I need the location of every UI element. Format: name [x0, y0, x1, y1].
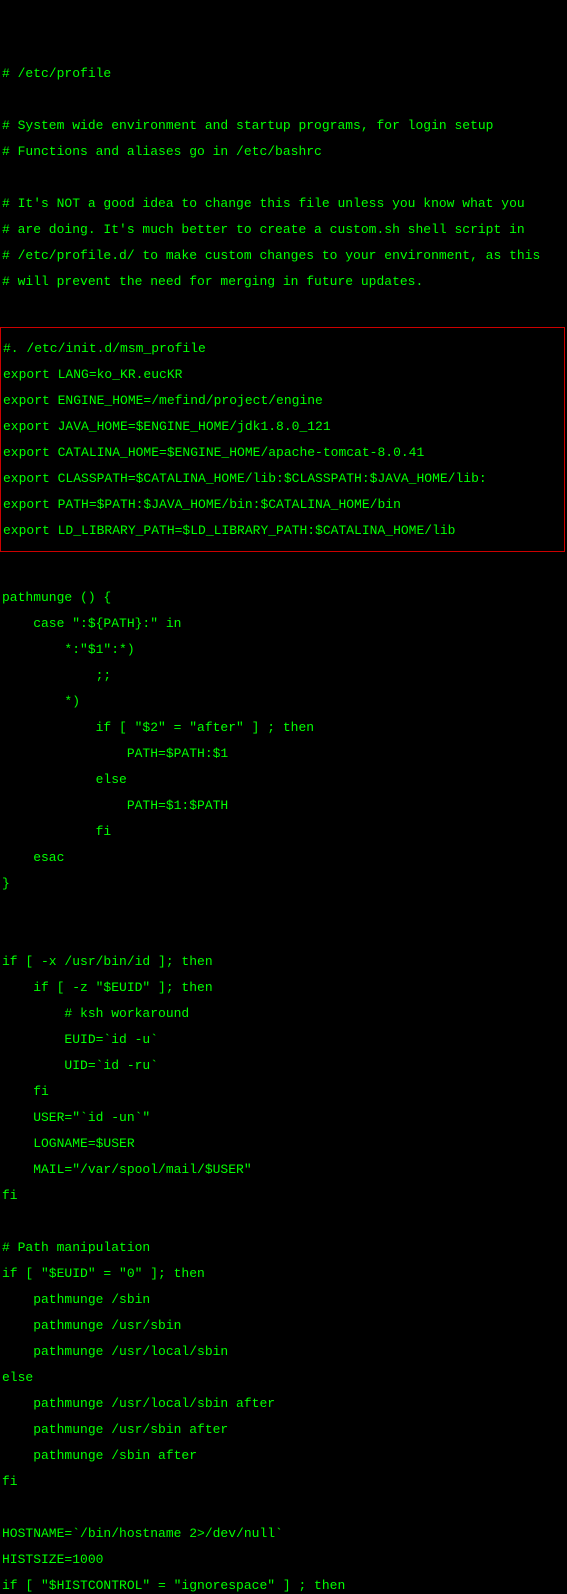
- code-line: MAIL="/var/spool/mail/$USER": [2, 1163, 565, 1176]
- code-line: USER="`id -un`": [2, 1111, 565, 1124]
- code-line: [2, 93, 565, 106]
- code-line: HISTSIZE=1000: [2, 1553, 565, 1566]
- code-line: [2, 565, 565, 578]
- code-line: export JAVA_HOME=$ENGINE_HOME/jdk1.8.0_1…: [3, 420, 562, 433]
- code-line: EUID=`id -u`: [2, 1033, 565, 1046]
- code-line: case ":${PATH}:" in: [2, 617, 565, 630]
- code-line: fi: [2, 1085, 565, 1098]
- code-line: # /etc/profile: [2, 67, 565, 80]
- code-line: UID=`id -ru`: [2, 1059, 565, 1072]
- code-line: # Path manipulation: [2, 1241, 565, 1254]
- code-line: PATH=$1:$PATH: [2, 799, 565, 812]
- code-line: }: [2, 877, 565, 890]
- code-line: if [ -x /usr/bin/id ]; then: [2, 955, 565, 968]
- code-line: # /etc/profile.d/ to make custom changes…: [2, 249, 565, 262]
- code-line: export CLASSPATH=$CATALINA_HOME/lib:$CLA…: [3, 472, 562, 485]
- code-line: pathmunge /usr/local/sbin: [2, 1345, 565, 1358]
- code-line: #. /etc/init.d/msm_profile: [3, 342, 562, 355]
- code-line: [2, 1501, 565, 1514]
- code-line: pathmunge () {: [2, 591, 565, 604]
- code-line: export LANG=ko_KR.eucKR: [3, 368, 562, 381]
- code-line: fi: [2, 825, 565, 838]
- code-line: [2, 171, 565, 184]
- code-line: PATH=$PATH:$1: [2, 747, 565, 760]
- code-line: fi: [2, 1475, 565, 1488]
- code-line: export LD_LIBRARY_PATH=$LD_LIBRARY_PATH:…: [3, 524, 562, 537]
- code-line: pathmunge /usr/local/sbin after: [2, 1397, 565, 1410]
- code-line: fi: [2, 1189, 565, 1202]
- code-line: # ksh workaround: [2, 1007, 565, 1020]
- code-line: else: [2, 1371, 565, 1384]
- code-line: esac: [2, 851, 565, 864]
- code-line: [2, 929, 565, 942]
- code-line: if [ "$EUID" = "0" ]; then: [2, 1267, 565, 1280]
- code-line: pathmunge /usr/sbin after: [2, 1423, 565, 1436]
- terminal-output: # /etc/profile # System wide environment…: [2, 54, 565, 1594]
- code-line: export ENGINE_HOME=/mefind/project/engin…: [3, 394, 562, 407]
- code-line: pathmunge /sbin: [2, 1293, 565, 1306]
- code-line: # are doing. It's much better to create …: [2, 223, 565, 236]
- code-line: *:"$1":*): [2, 643, 565, 656]
- code-line: pathmunge /usr/sbin: [2, 1319, 565, 1332]
- code-line: if [ "$2" = "after" ] ; then: [2, 721, 565, 734]
- code-line: # Functions and aliases go in /etc/bashr…: [2, 145, 565, 158]
- code-line: # will prevent the need for merging in f…: [2, 275, 565, 288]
- code-line: export PATH=$PATH:$JAVA_HOME/bin:$CATALI…: [3, 498, 562, 511]
- code-line: # It's NOT a good idea to change this fi…: [2, 197, 565, 210]
- code-line: *): [2, 695, 565, 708]
- code-line: else: [2, 773, 565, 786]
- code-line: if [ "$HISTCONTROL" = "ignorespace" ] ; …: [2, 1579, 565, 1592]
- code-line: if [ -z "$EUID" ]; then: [2, 981, 565, 994]
- code-line: # System wide environment and startup pr…: [2, 119, 565, 132]
- code-line: pathmunge /sbin after: [2, 1449, 565, 1462]
- code-line: ;;: [2, 669, 565, 682]
- code-line: LOGNAME=$USER: [2, 1137, 565, 1150]
- code-line: export CATALINA_HOME=$ENGINE_HOME/apache…: [3, 446, 562, 459]
- highlighted-region: #. /etc/init.d/msm_profile export LANG=k…: [0, 327, 565, 552]
- code-line: [2, 301, 565, 314]
- code-line: [2, 1215, 565, 1228]
- code-line: HOSTNAME=`/bin/hostname 2>/dev/null`: [2, 1527, 565, 1540]
- code-line: [2, 903, 565, 916]
